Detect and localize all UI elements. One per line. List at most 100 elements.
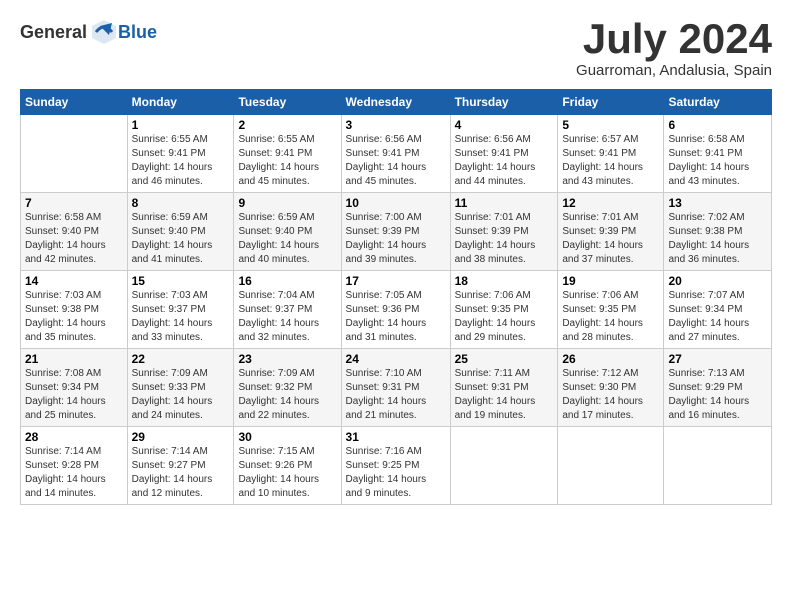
day-info: Sunrise: 7:15 AM Sunset: 9:26 PM Dayligh… <box>238 445 336 501</box>
day-number: 12 <box>562 196 659 210</box>
day-number: 24 <box>346 352 446 366</box>
day-number: 14 <box>25 274 123 288</box>
day-info: Sunrise: 6:58 AM Sunset: 9:41 PM Dayligh… <box>668 133 767 189</box>
day-number: 15 <box>132 274 230 288</box>
day-info: Sunrise: 7:13 AM Sunset: 9:29 PM Dayligh… <box>668 367 767 423</box>
day-info: Sunrise: 7:08 AM Sunset: 9:34 PM Dayligh… <box>25 367 123 423</box>
day-cell <box>21 115 128 193</box>
day-cell: 30Sunrise: 7:15 AM Sunset: 9:26 PM Dayli… <box>234 427 341 505</box>
day-info: Sunrise: 7:03 AM Sunset: 9:37 PM Dayligh… <box>132 289 230 345</box>
day-number: 28 <box>25 430 123 444</box>
day-info: Sunrise: 7:07 AM Sunset: 9:34 PM Dayligh… <box>668 289 767 345</box>
day-info: Sunrise: 7:05 AM Sunset: 9:36 PM Dayligh… <box>346 289 446 345</box>
day-number: 13 <box>668 196 767 210</box>
day-cell: 29Sunrise: 7:14 AM Sunset: 9:27 PM Dayli… <box>127 427 234 505</box>
day-cell: 11Sunrise: 7:01 AM Sunset: 9:39 PM Dayli… <box>450 193 558 271</box>
day-number: 5 <box>562 118 659 132</box>
day-number: 29 <box>132 430 230 444</box>
day-cell: 12Sunrise: 7:01 AM Sunset: 9:39 PM Dayli… <box>558 193 664 271</box>
day-cell: 21Sunrise: 7:08 AM Sunset: 9:34 PM Dayli… <box>21 349 128 427</box>
day-cell: 17Sunrise: 7:05 AM Sunset: 9:36 PM Dayli… <box>341 271 450 349</box>
title-area: July 2024 Guarroman, Andalusia, Spain <box>576 18 772 79</box>
day-cell: 14Sunrise: 7:03 AM Sunset: 9:38 PM Dayli… <box>21 271 128 349</box>
page-container: General Blue July 2024 Guarroman, Andalu… <box>0 0 792 515</box>
day-info: Sunrise: 7:03 AM Sunset: 9:38 PM Dayligh… <box>25 289 123 345</box>
week-row-3: 21Sunrise: 7:08 AM Sunset: 9:34 PM Dayli… <box>21 349 772 427</box>
day-info: Sunrise: 7:09 AM Sunset: 9:33 PM Dayligh… <box>132 367 230 423</box>
day-number: 23 <box>238 352 336 366</box>
logo-general: General <box>20 22 87 43</box>
day-cell <box>664 427 772 505</box>
day-cell: 20Sunrise: 7:07 AM Sunset: 9:34 PM Dayli… <box>664 271 772 349</box>
day-info: Sunrise: 6:55 AM Sunset: 9:41 PM Dayligh… <box>238 133 336 189</box>
day-cell <box>450 427 558 505</box>
month-title: July 2024 <box>576 18 772 60</box>
day-cell: 7Sunrise: 6:58 AM Sunset: 9:40 PM Daylig… <box>21 193 128 271</box>
day-number: 20 <box>668 274 767 288</box>
day-cell: 3Sunrise: 6:56 AM Sunset: 9:41 PM Daylig… <box>341 115 450 193</box>
week-row-4: 28Sunrise: 7:14 AM Sunset: 9:28 PM Dayli… <box>21 427 772 505</box>
day-info: Sunrise: 7:11 AM Sunset: 9:31 PM Dayligh… <box>455 367 554 423</box>
day-info: Sunrise: 7:02 AM Sunset: 9:38 PM Dayligh… <box>668 211 767 267</box>
day-number: 21 <box>25 352 123 366</box>
day-cell: 6Sunrise: 6:58 AM Sunset: 9:41 PM Daylig… <box>664 115 772 193</box>
day-number: 8 <box>132 196 230 210</box>
header-row: SundayMondayTuesdayWednesdayThursdayFrid… <box>21 90 772 115</box>
day-info: Sunrise: 7:06 AM Sunset: 9:35 PM Dayligh… <box>562 289 659 345</box>
calendar-table: SundayMondayTuesdayWednesdayThursdayFrid… <box>20 89 772 505</box>
header: General Blue July 2024 Guarroman, Andalu… <box>20 18 772 79</box>
day-info: Sunrise: 7:01 AM Sunset: 9:39 PM Dayligh… <box>562 211 659 267</box>
day-number: 19 <box>562 274 659 288</box>
day-cell: 19Sunrise: 7:06 AM Sunset: 9:35 PM Dayli… <box>558 271 664 349</box>
day-cell: 28Sunrise: 7:14 AM Sunset: 9:28 PM Dayli… <box>21 427 128 505</box>
day-info: Sunrise: 7:10 AM Sunset: 9:31 PM Dayligh… <box>346 367 446 423</box>
day-number: 1 <box>132 118 230 132</box>
day-number: 2 <box>238 118 336 132</box>
header-cell-monday: Monday <box>127 90 234 115</box>
day-cell <box>558 427 664 505</box>
day-info: Sunrise: 6:58 AM Sunset: 9:40 PM Dayligh… <box>25 211 123 267</box>
day-info: Sunrise: 7:16 AM Sunset: 9:25 PM Dayligh… <box>346 445 446 501</box>
day-info: Sunrise: 6:56 AM Sunset: 9:41 PM Dayligh… <box>455 133 554 189</box>
logo-blue: Blue <box>118 22 157 43</box>
header-cell-friday: Friday <box>558 90 664 115</box>
day-cell: 24Sunrise: 7:10 AM Sunset: 9:31 PM Dayli… <box>341 349 450 427</box>
day-number: 9 <box>238 196 336 210</box>
day-number: 26 <box>562 352 659 366</box>
header-cell-wednesday: Wednesday <box>341 90 450 115</box>
day-cell: 27Sunrise: 7:13 AM Sunset: 9:29 PM Dayli… <box>664 349 772 427</box>
day-info: Sunrise: 7:01 AM Sunset: 9:39 PM Dayligh… <box>455 211 554 267</box>
day-info: Sunrise: 6:57 AM Sunset: 9:41 PM Dayligh… <box>562 133 659 189</box>
header-cell-sunday: Sunday <box>21 90 128 115</box>
day-number: 6 <box>668 118 767 132</box>
day-number: 17 <box>346 274 446 288</box>
day-info: Sunrise: 7:09 AM Sunset: 9:32 PM Dayligh… <box>238 367 336 423</box>
day-cell: 18Sunrise: 7:06 AM Sunset: 9:35 PM Dayli… <box>450 271 558 349</box>
day-number: 22 <box>132 352 230 366</box>
day-cell: 8Sunrise: 6:59 AM Sunset: 9:40 PM Daylig… <box>127 193 234 271</box>
day-cell: 5Sunrise: 6:57 AM Sunset: 9:41 PM Daylig… <box>558 115 664 193</box>
day-number: 10 <box>346 196 446 210</box>
day-number: 4 <box>455 118 554 132</box>
day-number: 7 <box>25 196 123 210</box>
day-number: 31 <box>346 430 446 444</box>
day-cell: 9Sunrise: 6:59 AM Sunset: 9:40 PM Daylig… <box>234 193 341 271</box>
logo: General Blue <box>20 18 157 46</box>
day-info: Sunrise: 7:06 AM Sunset: 9:35 PM Dayligh… <box>455 289 554 345</box>
day-info: Sunrise: 7:14 AM Sunset: 9:28 PM Dayligh… <box>25 445 123 501</box>
day-cell: 13Sunrise: 7:02 AM Sunset: 9:38 PM Dayli… <box>664 193 772 271</box>
day-number: 27 <box>668 352 767 366</box>
day-number: 18 <box>455 274 554 288</box>
header-cell-saturday: Saturday <box>664 90 772 115</box>
logo-icon <box>90 18 118 46</box>
day-info: Sunrise: 7:00 AM Sunset: 9:39 PM Dayligh… <box>346 211 446 267</box>
day-info: Sunrise: 6:59 AM Sunset: 9:40 PM Dayligh… <box>238 211 336 267</box>
header-cell-tuesday: Tuesday <box>234 90 341 115</box>
day-cell: 10Sunrise: 7:00 AM Sunset: 9:39 PM Dayli… <box>341 193 450 271</box>
day-info: Sunrise: 7:12 AM Sunset: 9:30 PM Dayligh… <box>562 367 659 423</box>
day-info: Sunrise: 6:55 AM Sunset: 9:41 PM Dayligh… <box>132 133 230 189</box>
day-info: Sunrise: 6:56 AM Sunset: 9:41 PM Dayligh… <box>346 133 446 189</box>
week-row-0: 1Sunrise: 6:55 AM Sunset: 9:41 PM Daylig… <box>21 115 772 193</box>
day-cell: 15Sunrise: 7:03 AM Sunset: 9:37 PM Dayli… <box>127 271 234 349</box>
day-info: Sunrise: 7:04 AM Sunset: 9:37 PM Dayligh… <box>238 289 336 345</box>
